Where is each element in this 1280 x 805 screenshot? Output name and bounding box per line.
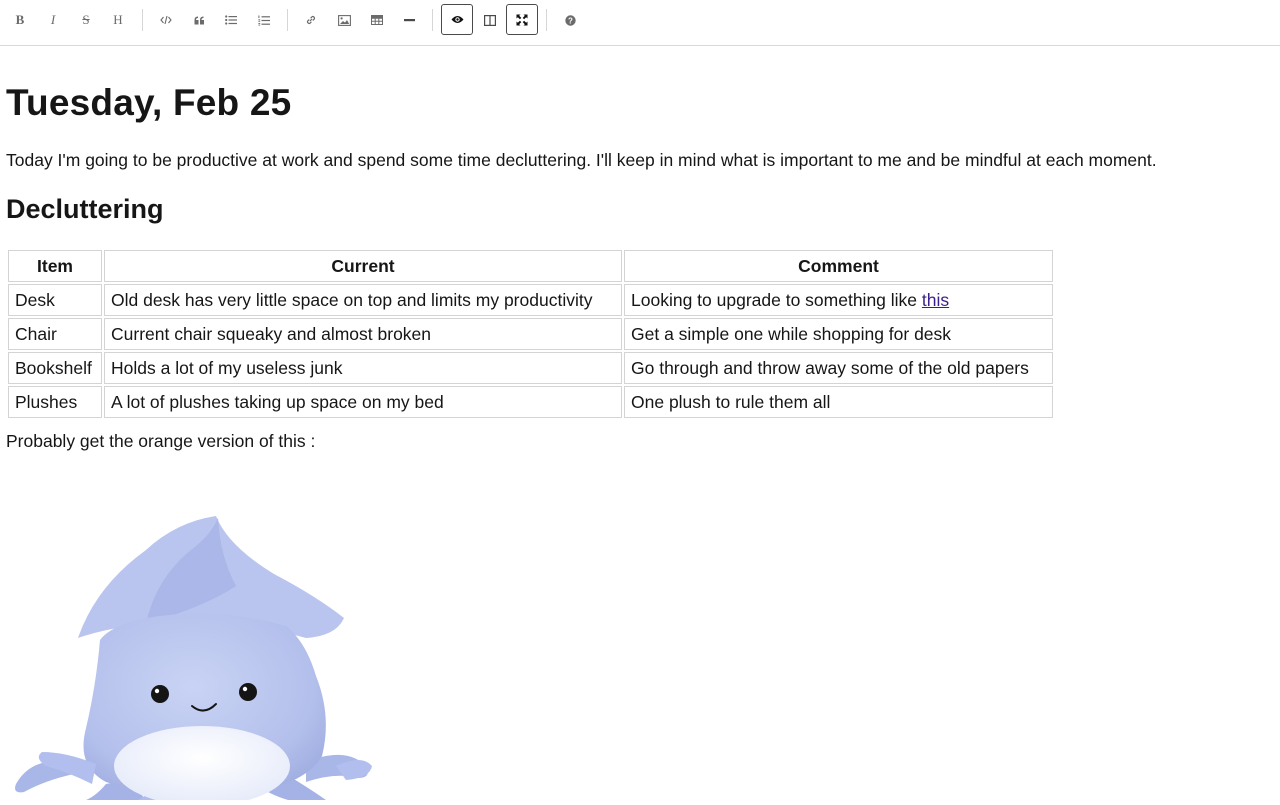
page-title: Tuesday, Feb 25 xyxy=(6,82,292,123)
toolbar-separator xyxy=(432,9,433,31)
table-button[interactable] xyxy=(362,5,392,35)
list-ul-icon xyxy=(225,15,237,25)
declutter-table: Item Current Comment Desk Old desk has v… xyxy=(6,248,1055,420)
side-by-side-button[interactable] xyxy=(475,5,505,35)
heading-icon: H xyxy=(113,12,123,27)
quote-button[interactable] xyxy=(184,5,214,35)
cell-current: A lot of plushes taking up space on my b… xyxy=(104,386,622,418)
column-header-item: Item xyxy=(8,250,102,282)
squid-plush-image xyxy=(6,466,386,805)
table-row: Desk Old desk has very little space on t… xyxy=(8,284,1053,316)
column-header-current: Current xyxy=(104,250,622,282)
cell-comment-text: Looking to upgrade to something like xyxy=(631,289,922,310)
question-circle-icon: ? xyxy=(564,14,576,26)
horizontal-rule-button[interactable] xyxy=(394,5,424,35)
cell-comment: Go through and throw away some of the ol… xyxy=(624,352,1053,384)
desk-link[interactable]: this xyxy=(922,290,949,310)
columns-icon xyxy=(484,14,496,26)
minus-icon xyxy=(403,18,415,22)
arrows-alt-icon xyxy=(516,14,528,26)
code-button[interactable] xyxy=(151,5,181,35)
cell-current: Current chair squeaky and almost broken xyxy=(104,318,622,350)
unordered-list-button[interactable] xyxy=(216,5,246,35)
table-row: Plushes A lot of plushes taking up space… xyxy=(8,386,1053,418)
link-button[interactable] xyxy=(296,5,326,35)
cell-item: Desk xyxy=(8,284,102,316)
cell-current: Old desk has very little space on top an… xyxy=(104,284,622,316)
image-icon xyxy=(337,14,351,26)
table-row: Bookshelf Holds a lot of my useless junk… xyxy=(8,352,1053,384)
ordered-list-button[interactable] xyxy=(249,5,279,35)
table-header-row: Item Current Comment xyxy=(8,250,1053,282)
cell-comment: Get a simple one while shopping for desk xyxy=(624,318,1053,350)
cell-comment: One plush to rule them all xyxy=(624,386,1053,418)
plush-note: Probably get the orange version of this … xyxy=(6,431,316,451)
cell-item: Chair xyxy=(8,318,102,350)
code-icon xyxy=(160,15,172,25)
editor-toolbar: B I S H ? xyxy=(0,0,1280,46)
bold-button[interactable]: B xyxy=(5,5,35,35)
link-icon xyxy=(305,14,317,26)
eye-icon xyxy=(451,15,464,24)
toolbar-separator xyxy=(546,9,547,31)
bold-icon: B xyxy=(15,12,25,27)
quote-icon xyxy=(194,16,205,25)
image-button[interactable] xyxy=(329,5,359,35)
toolbar-separator xyxy=(142,9,143,31)
toolbar-separator xyxy=(287,9,288,31)
table-row: Chair Current chair squeaky and almost b… xyxy=(8,318,1053,350)
guide-button[interactable]: ? xyxy=(555,5,585,35)
svg-text:?: ? xyxy=(568,16,573,25)
intro-paragraph: Today I'm going to be productive at work… xyxy=(6,150,1157,170)
cell-comment: Looking to upgrade to something like thi… xyxy=(624,284,1053,316)
column-header-comment: Comment xyxy=(624,250,1053,282)
strikethrough-button[interactable]: S xyxy=(71,5,101,35)
italic-icon: I xyxy=(50,12,56,27)
section-heading: Decluttering xyxy=(6,194,164,224)
cell-item: Bookshelf xyxy=(8,352,102,384)
heading-button[interactable]: H xyxy=(103,5,133,35)
table-icon xyxy=(371,15,383,25)
cell-current: Holds a lot of my useless junk xyxy=(104,352,622,384)
strikethrough-icon: S xyxy=(82,12,90,27)
preview-button[interactable] xyxy=(441,4,473,35)
cell-item: Plushes xyxy=(8,386,102,418)
italic-button[interactable]: I xyxy=(38,5,68,35)
list-ol-icon xyxy=(258,15,270,26)
fullscreen-button[interactable] xyxy=(506,4,538,35)
